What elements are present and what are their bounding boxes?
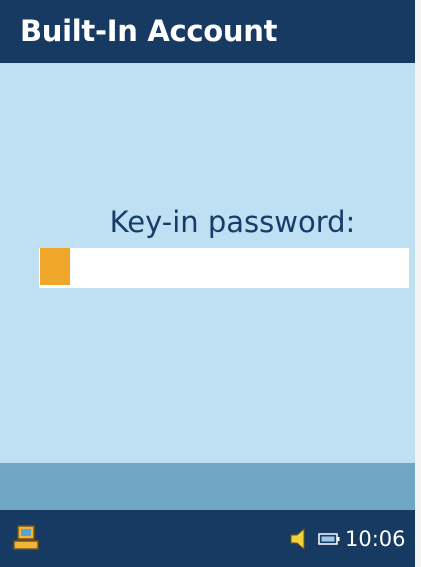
battery-icon[interactable] <box>318 532 340 546</box>
speaker-icon[interactable] <box>289 528 309 550</box>
password-input[interactable] <box>39 248 409 288</box>
window-title: Built-In Account <box>0 0 415 63</box>
clock[interactable]: 10:06 <box>345 524 406 554</box>
softkey-bar[interactable] <box>0 463 415 510</box>
screen-edge <box>415 0 421 567</box>
device-screen: Built-In Account Key-in password: 10:06 <box>0 0 421 567</box>
text-cursor <box>40 248 70 285</box>
password-prompt-label: Key-in password: <box>109 205 356 239</box>
start-icon[interactable] <box>12 524 40 552</box>
